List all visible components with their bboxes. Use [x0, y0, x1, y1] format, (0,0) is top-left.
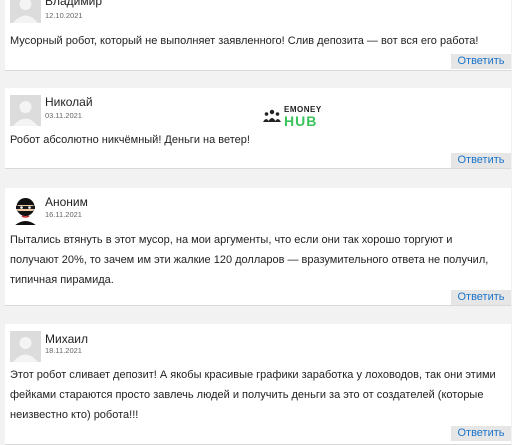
comment-card: Аноним 16.11.2021 Пытались втянуть в это… [5, 188, 511, 306]
comment-card: Михаил 18.11.2021 Этот робот сливает деп… [5, 324, 511, 445]
comment-date: 16.11.2021 [45, 210, 82, 219]
reply-button[interactable]: Ответить [451, 290, 511, 305]
comment-author: Аноним [45, 195, 88, 209]
anonymous-avatar-icon [15, 198, 36, 225]
logo-text-bottom: HUB [284, 113, 318, 129]
comment-author: Михаил [45, 332, 88, 346]
comment-card: Владимир 12.10.2021 Мусорный робот, кото… [5, 0, 511, 71]
comment-text: Робот абсолютно никчёмный! Деньги на вет… [10, 134, 250, 146]
avatar [10, 194, 41, 225]
comment-text: Пытались втянуть в этот мусор, на мои ар… [10, 234, 489, 286]
reply-button[interactable]: Ответить [451, 426, 511, 441]
reply-button[interactable]: Ответить [451, 54, 511, 69]
comment-text: Мусорный робот, который не выполняет зая… [10, 35, 479, 47]
avatar [10, 95, 41, 126]
avatar [10, 331, 41, 362]
comment-author: Владимир [45, 0, 103, 8]
emoneyhub-logo: EMONEY HUB [263, 105, 323, 129]
logo-people-icon [263, 109, 281, 122]
comment-card: Николай 03.11.2021 Робот абсолютно никчё… [5, 88, 511, 169]
reply-button[interactable]: Ответить [451, 153, 511, 168]
comment-author: Николай [45, 95, 93, 109]
comment-date: 03.11.2021 [45, 111, 82, 120]
comment-date: 18.11.2021 [45, 346, 82, 355]
comment-text: Этот робот сливает депозит! А якобы крас… [10, 369, 496, 421]
avatar [10, 0, 41, 23]
comment-date: 12.10.2021 [45, 11, 83, 20]
